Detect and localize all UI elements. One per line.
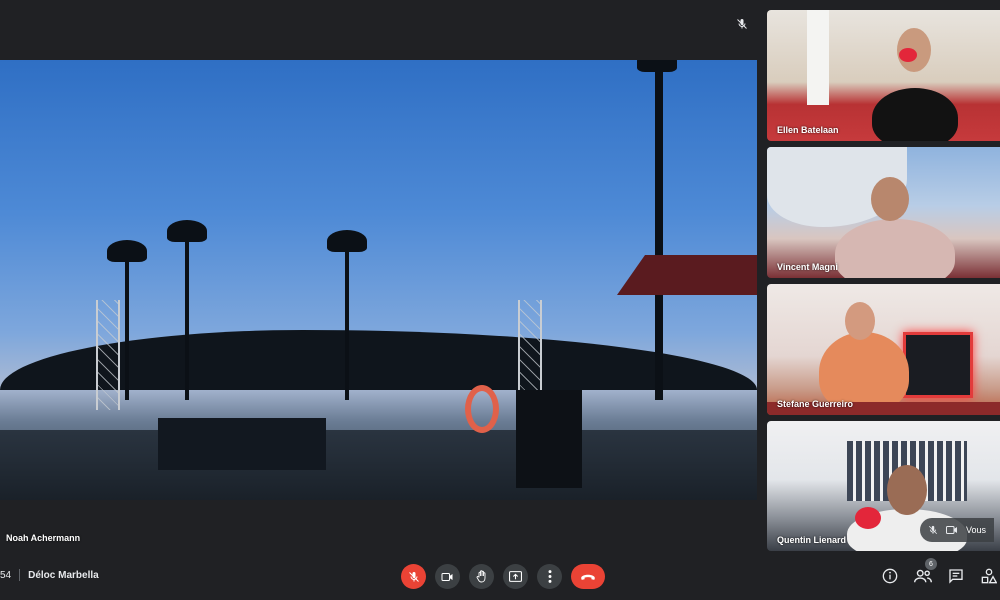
divider	[19, 569, 21, 581]
people-icon	[914, 569, 932, 583]
participant-tile[interactable]: Stefane Guerreiro	[767, 284, 1000, 415]
shapes-icon	[981, 568, 997, 584]
camera-icon	[946, 525, 958, 535]
participant-body	[872, 88, 958, 141]
video-scene-speaker	[516, 390, 582, 488]
participant-name: Stefane Guerreiro	[777, 399, 854, 409]
video-scene-monitor	[903, 332, 973, 398]
participant-body	[835, 219, 955, 278]
meeting-title: Déloc Marbella	[28, 569, 99, 581]
video-scene-microphone	[855, 507, 881, 529]
phone-end-icon	[580, 573, 596, 581]
present-screen-button[interactable]	[503, 564, 528, 589]
side-actions: 6	[880, 558, 999, 586]
mic-off-icon	[928, 525, 938, 535]
toggle-camera-button[interactable]	[435, 564, 460, 589]
video-scene-palm	[167, 220, 207, 400]
participant-tile[interactable]: Ellen Batelaan	[767, 10, 1000, 141]
meeting-details-button[interactable]	[880, 566, 900, 586]
more-options-button[interactable]	[537, 564, 562, 589]
main-speaker-name: Noah Achermann	[6, 533, 81, 543]
video-scene-palm	[107, 240, 147, 400]
present-icon	[509, 571, 522, 582]
video-scene-palm	[637, 60, 677, 400]
toggle-mic-button[interactable]	[401, 564, 426, 589]
people-count-badge: 6	[925, 558, 937, 570]
self-view-badge[interactable]: Vous	[920, 518, 995, 542]
bottom-control-bar: 54 Déloc Marbella 6	[0, 556, 1000, 600]
video-scene-parasol	[617, 255, 757, 295]
participant-tile[interactable]: Vincent Magni	[767, 147, 1000, 278]
video-scene-truss	[96, 300, 120, 410]
participant-name: Ellen Batelaan	[777, 125, 839, 135]
participant-name: Vincent Magni	[777, 262, 838, 272]
video-scene-stage	[158, 418, 326, 470]
mic-off-icon	[408, 571, 420, 583]
main-speaker-video[interactable]	[0, 60, 757, 500]
more-vert-icon	[548, 570, 552, 583]
meeting-info: 54 Déloc Marbella	[0, 569, 99, 581]
activities-button[interactable]	[979, 566, 999, 586]
participant-head	[887, 465, 927, 515]
main-mute-indicator-icon	[734, 16, 750, 32]
participant-head	[871, 177, 909, 221]
video-scene-deck	[0, 430, 757, 500]
end-call-button[interactable]	[571, 564, 605, 589]
self-view-label: Vous	[966, 525, 987, 535]
people-button[interactable]: 6	[913, 558, 937, 586]
video-scene-pillar	[807, 10, 829, 105]
raise-hand-button[interactable]	[469, 564, 494, 589]
participant-name: Quentin Lienard	[777, 535, 847, 545]
call-controls	[401, 564, 605, 589]
chat-button[interactable]	[946, 566, 966, 586]
participant-head	[845, 302, 875, 340]
chat-icon	[948, 568, 964, 584]
video-scene-lifebuoy	[465, 385, 499, 433]
hand-icon	[476, 570, 488, 583]
info-icon	[882, 568, 898, 584]
camera-icon	[441, 572, 454, 582]
video-scene-palm	[327, 230, 367, 400]
meeting-time: 54	[0, 569, 12, 581]
video-scene-microphone	[899, 48, 917, 62]
